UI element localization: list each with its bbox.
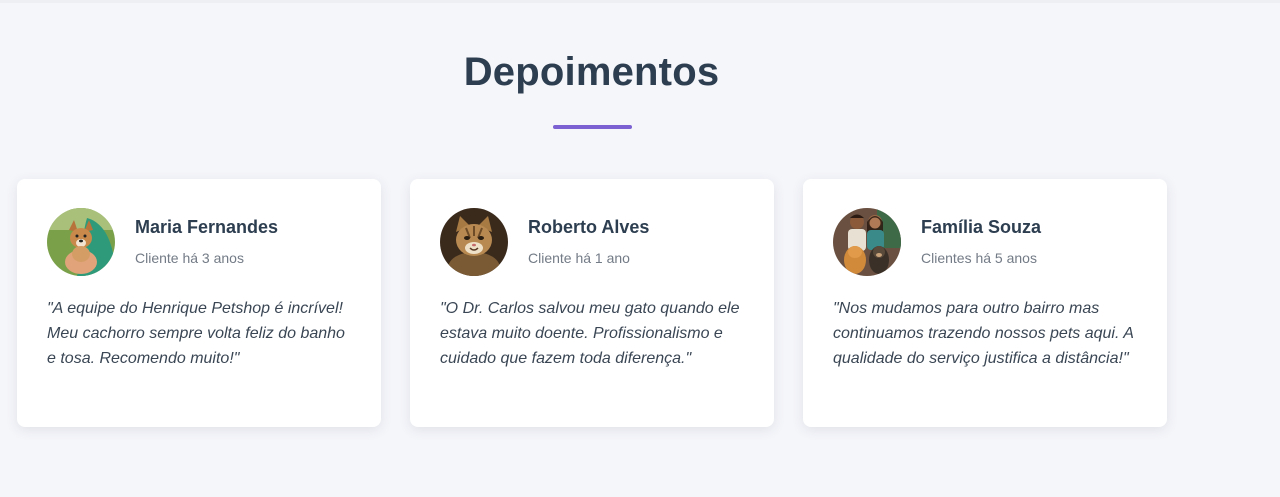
testimonial-card: Roberto Alves Cliente há 1 ano "O Dr. Ca… [410,179,774,427]
testimonial-card: Maria Fernandes Cliente há 3 anos "A equ… [17,179,381,427]
testimonial-since: Cliente há 1 ano [528,250,630,266]
cat-photo-avatar [440,208,508,276]
title-underline [553,125,632,129]
testimonial-quote: "Nos mudamos para outro bairro mas conti… [833,300,1134,367]
family-photo-avatar [833,208,901,276]
section-title: Depoimentos [463,50,720,94]
testimonial-since: Clientes há 5 anos [921,250,1037,266]
testimonial-name: Maria Fernandes [135,217,279,237]
testimonial-name: Família Souza [921,217,1042,237]
testimonials-section: Depoimentos Maria Fernandes Cliente há 3… [0,0,1280,497]
testimonial-quote: "O Dr. Carlos salvou meu gato quando ele… [440,300,740,367]
testimonial-card: Família Souza Clientes há 5 anos "Nos mu… [803,179,1167,427]
dog-photo-avatar [47,208,115,276]
testimonial-quote: "A equipe do Henrique Petshop é incrível… [47,300,345,367]
testimonial-name: Roberto Alves [528,217,650,237]
testimonial-since: Cliente há 3 anos [135,250,244,266]
